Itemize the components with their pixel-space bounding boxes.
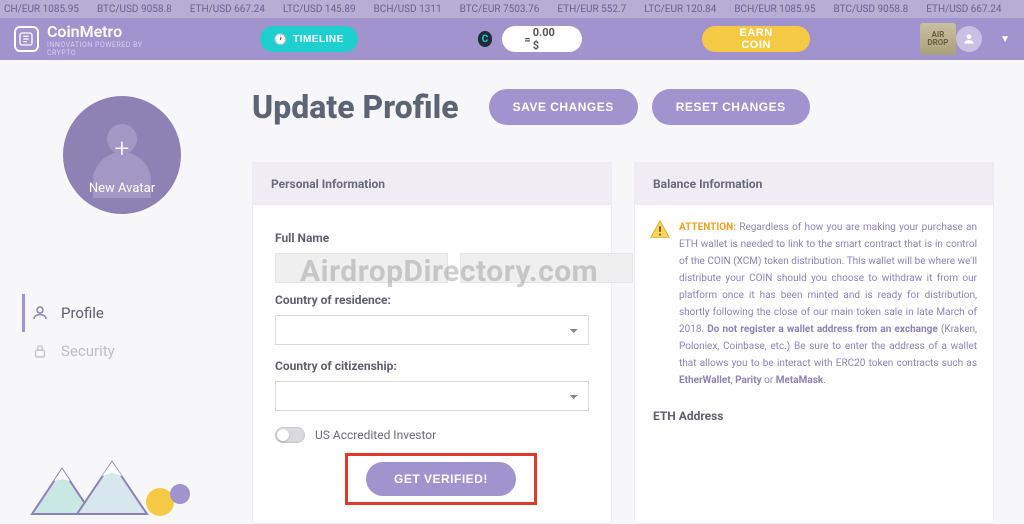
- sidebar-nav: Profile Security: [22, 294, 222, 370]
- page-title: Update Profile: [252, 88, 459, 126]
- user-icon: [31, 304, 49, 322]
- avatar-upload[interactable]: + New Avatar: [63, 96, 181, 214]
- country-residence-label: Country of residence:: [275, 293, 589, 307]
- country-citizenship-select[interactable]: [275, 381, 589, 411]
- ticker-item: ETH/EUR 552.7: [557, 4, 626, 15]
- personal-info-header: Personal Information: [253, 163, 611, 205]
- price-ticker: CH/EUR 1085.95 BTC/USD 9058.8 ETH/USD 667.…: [0, 0, 1024, 18]
- avatar-label: New Avatar: [63, 181, 181, 196]
- ticker-item: BTC/USD 9058.8: [834, 4, 909, 15]
- warning-icon: [649, 219, 671, 241]
- balance-value: 0.00 $: [502, 26, 582, 52]
- main-content: Update Profile SAVE CHANGES RESET CHANGE…: [222, 88, 1002, 524]
- user-avatar-icon: [956, 26, 982, 52]
- balance-info-header: Balance Information: [635, 163, 993, 205]
- save-changes-button[interactable]: SAVE CHANGES: [489, 89, 638, 125]
- country-residence-select[interactable]: [275, 315, 589, 345]
- first-name-input[interactable]: [275, 253, 448, 283]
- eth-address-label: ETH Address: [635, 399, 993, 427]
- us-accredited-label: US Accredited Investor: [315, 428, 436, 442]
- reset-changes-button[interactable]: RESET CHANGES: [652, 89, 810, 125]
- ticker-item: CH/EUR 1085.95: [4, 4, 79, 15]
- get-verified-button[interactable]: GET VERIFIED!: [366, 462, 516, 496]
- chevron-down-icon: ▼: [1000, 34, 1010, 45]
- mountains-illustration: [22, 454, 222, 524]
- nav-security[interactable]: Security: [22, 332, 222, 370]
- brand-logo[interactable]: CoinMetro INNOVATION POWERED BY CRYPTO: [14, 22, 168, 57]
- lock-icon: [31, 342, 49, 360]
- us-accredited-toggle[interactable]: [275, 427, 305, 443]
- ticker-item: BCH/EUR 1085.95: [734, 4, 815, 15]
- attention-text: ATTENTION: Regardless of how you are mak…: [679, 219, 977, 389]
- personal-info-card: Personal Information Full Name Country o…: [252, 162, 612, 524]
- ticker-item: BTC/EUR 7503.76: [460, 4, 540, 15]
- brand-subtitle: INNOVATION POWERED BY CRYPTO: [47, 41, 168, 57]
- balance-info-card: Balance Information ATTENTION: Regardles…: [634, 162, 994, 524]
- top-bar: CoinMetro INNOVATION POWERED BY CRYPTO T…: [0, 18, 1024, 60]
- coin-icon: C: [478, 31, 493, 47]
- plus-icon: +: [63, 134, 181, 164]
- nav-profile[interactable]: Profile: [22, 294, 222, 332]
- logo-icon: [14, 26, 39, 52]
- earn-coin-button[interactable]: EARN COIN: [702, 26, 809, 52]
- ticker-item: BCH/USD 1311: [374, 4, 442, 15]
- timeline-button[interactable]: TIMELINE: [260, 26, 358, 52]
- brand-name: CoinMetro: [47, 22, 168, 41]
- verify-highlight: GET VERIFIED!: [345, 453, 537, 505]
- ticker-item: LTC/EUR 120.84: [644, 4, 716, 15]
- user-menu[interactable]: ▼: [956, 26, 1010, 52]
- last-name-input[interactable]: [460, 253, 633, 283]
- balance-display: C 0.00 $: [478, 26, 583, 52]
- airdrop-badge[interactable]: AIR DROP: [920, 23, 956, 55]
- country-citizenship-label: Country of citizenship:: [275, 359, 589, 373]
- ticker-item: BTC/USD 9058.8: [97, 4, 172, 15]
- ticker-item: LTC/USD 145.89: [283, 4, 356, 15]
- ticker-item: ETH/USD 667.24: [190, 4, 265, 15]
- ticker-item: ETH/USD 667.24: [926, 4, 1001, 15]
- full-name-label: Full Name: [275, 231, 589, 245]
